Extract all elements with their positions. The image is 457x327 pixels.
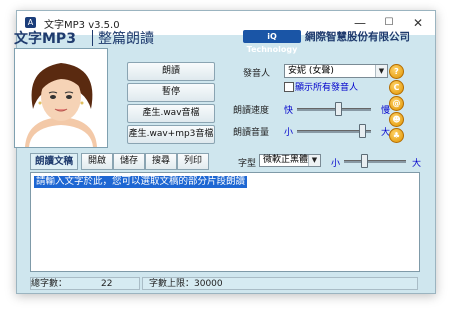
print-button[interactable]: 列印 bbox=[177, 153, 209, 170]
make-wav-mp3-button[interactable]: 產生.wav+mp3音檔 bbox=[127, 125, 215, 144]
chevron-down-icon: ▼ bbox=[308, 155, 320, 166]
read-button[interactable]: 朗讀 bbox=[127, 62, 215, 81]
person-icon[interactable]: ☻ bbox=[389, 112, 404, 127]
font-selected: 微軟正黑體 bbox=[263, 155, 309, 165]
font-size-big-label: 大 bbox=[412, 159, 422, 169]
volume-label: 朗讀音量 bbox=[233, 128, 270, 138]
portrait-image bbox=[25, 63, 97, 147]
show-all-voices-checkbox[interactable] bbox=[284, 82, 294, 92]
open-button[interactable]: 開啟 bbox=[81, 153, 113, 170]
speaker-portrait bbox=[14, 48, 108, 148]
voice-label: 發音人 bbox=[243, 69, 271, 79]
company-name: 網際智慧股份有限公司 bbox=[305, 31, 410, 43]
status-bar: 總字數： 22 字數上限：30000 bbox=[30, 277, 428, 291]
app-subtitle: 整篇朗讀 bbox=[98, 31, 154, 47]
char-count-box: 總字數： 22 bbox=[30, 277, 140, 290]
font-select[interactable]: 微軟正黑體 ▼ bbox=[259, 154, 321, 167]
voice-select[interactable]: 安妮 (女聲) ▼ bbox=[284, 64, 388, 78]
voice-selected: 安妮 (女聲) bbox=[288, 66, 334, 76]
editor-selected-text[interactable]: 請輸入文字於此，您可以選取文稿的部分片段朗讀 bbox=[34, 176, 248, 188]
tab-reading-script[interactable]: 朗讀文稿 bbox=[30, 153, 78, 170]
font-size-slider-thumb[interactable] bbox=[361, 154, 369, 168]
email-icon[interactable]: @ bbox=[389, 96, 404, 111]
font-label: 字型 bbox=[238, 159, 257, 169]
char-limit-text: 字數上限：30000 bbox=[149, 279, 223, 289]
make-wav-button[interactable]: 產生.wav音檔 bbox=[127, 104, 215, 123]
text-editor[interactable]: 請輸入文字於此，您可以選取文稿的部分片段朗讀 bbox=[30, 172, 420, 272]
font-size-slider-track[interactable] bbox=[344, 160, 406, 163]
app-icon: A bbox=[25, 17, 36, 28]
volume-small-label: 小 bbox=[284, 128, 294, 138]
chevron-down-icon: ▼ bbox=[375, 65, 387, 77]
volume-slider-thumb[interactable] bbox=[359, 124, 367, 138]
pause-button[interactable]: 暫停 bbox=[127, 83, 215, 102]
char-count-label: 總字數： bbox=[31, 279, 68, 289]
copyright-icon[interactable]: C bbox=[389, 80, 404, 95]
save-button[interactable]: 儲存 bbox=[113, 153, 145, 170]
title-divider bbox=[92, 30, 93, 46]
char-limit-box: 字數上限：30000 bbox=[142, 277, 418, 290]
iq-logo: iQ Technology bbox=[243, 30, 301, 54]
speed-label: 朗讀速度 bbox=[233, 106, 270, 116]
speed-slider-thumb[interactable] bbox=[334, 102, 342, 116]
speed-fast-label: 快 bbox=[284, 106, 294, 116]
font-size-small-label: 小 bbox=[331, 159, 341, 169]
search-button[interactable]: 搜尋 bbox=[145, 153, 177, 170]
settings-icon[interactable]: ♣ bbox=[389, 128, 404, 143]
help-icon[interactable]: ? bbox=[389, 64, 404, 79]
close-button[interactable]: ✕ bbox=[407, 14, 429, 32]
char-count-value: 22 bbox=[101, 279, 113, 289]
show-all-voices-label: 顯示所有發音人 bbox=[295, 83, 359, 93]
app-title: 文字MP3 bbox=[14, 31, 76, 47]
